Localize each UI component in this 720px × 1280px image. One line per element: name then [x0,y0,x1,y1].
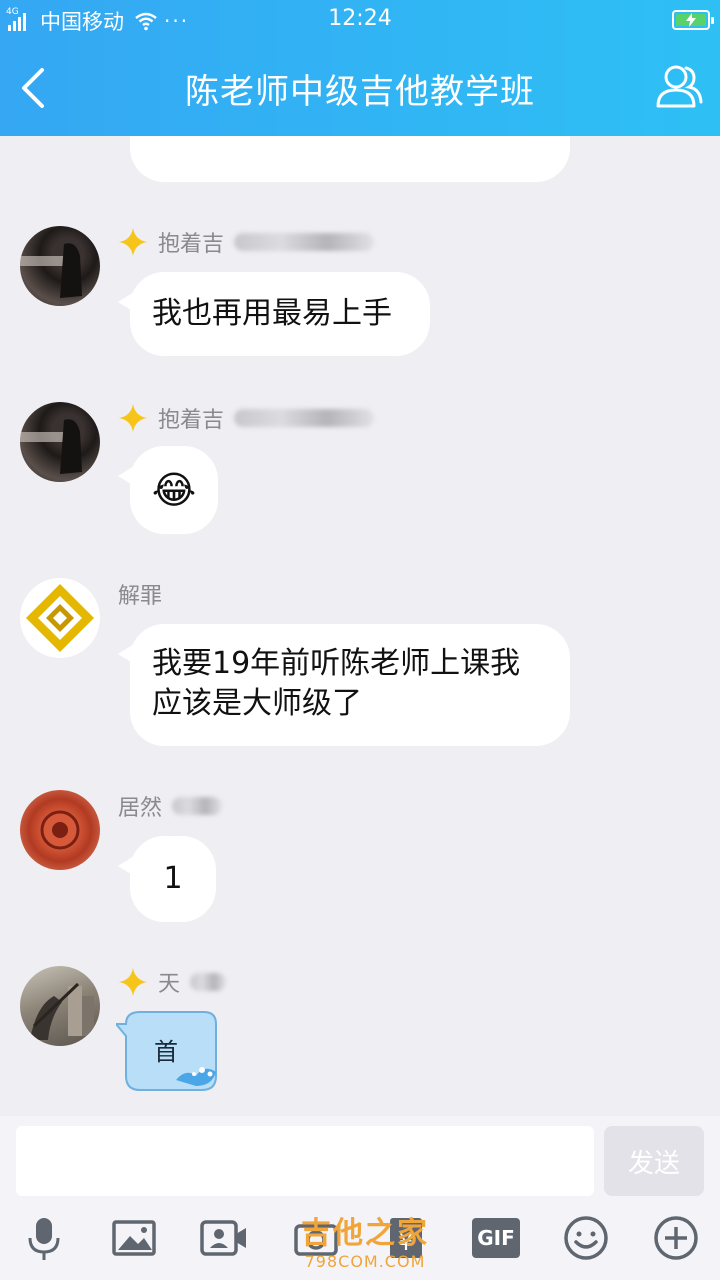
plus-icon[interactable] [652,1214,700,1262]
battery-icon [672,10,714,30]
emoji-icon[interactable] [562,1214,610,1262]
message-text: 上手 [152,136,212,140]
microphone-icon[interactable] [20,1214,68,1262]
image-icon[interactable] [110,1214,158,1262]
blurred-nickname [234,233,375,251]
message-input[interactable] [16,1126,594,1196]
video-call-icon[interactable] [200,1214,248,1262]
message-text: 1 [163,861,183,897]
message-text-line: 应该是大师级了 [152,685,362,721]
message-bubble[interactable]: 😂 [118,446,218,534]
header-bar: 4G 中国移动 ··· 12:24 陈老师中级吉他教学班 [0,0,720,136]
diamond-badge-icon [119,404,147,432]
watermark-logo: 吉他之家 798COM.COM [290,1208,440,1271]
blurred-nickname [234,409,375,427]
sender-nickname: 抱着吉 [118,226,375,258]
chat-title: 陈老师中级吉他教学班 [185,72,535,112]
avatar[interactable] [20,226,100,306]
message-text-line: 我要19年前听陈老师上课我 [152,646,521,681]
nickname-text: 天 [158,972,181,997]
avatar[interactable] [20,578,100,658]
blurred-nickname [190,973,227,991]
group-members-icon[interactable] [654,62,704,110]
blurred-nickname [172,797,223,815]
sender-nickname: 居然 [118,790,223,822]
nickname-text: 居然 [118,796,163,821]
message-bubble[interactable]: 我也再用最易上手 [118,272,430,356]
avatar[interactable] [20,790,100,870]
message-text: 我也再用最易上手 [152,296,392,331]
sticker-text: 首 [154,1038,178,1066]
nickname-text: 抱着吉 [158,232,225,257]
avatar[interactable] [20,966,100,1046]
watermark-sub: 798COM.COM [304,1252,426,1271]
message-bubble[interactable]: 1 [118,836,216,922]
gif-icon[interactable]: GIF [472,1218,520,1258]
message-bubble[interactable]: 我要19年前听陈老师上课我 应该是大师级了 [118,624,570,746]
message-bubble[interactable]: 上手 [130,136,570,182]
send-button[interactable]: 发送 [604,1126,704,1196]
status-bar: 4G 中国移动 ··· 12:24 [0,0,720,40]
gif-label: GIF [477,1226,515,1250]
sticker-bubble[interactable]: 首 [113,1010,220,1092]
diamond-badge-icon [119,228,147,256]
watermark-main: 吉他之家 [301,1216,429,1251]
input-area: 发送 ¥ GIF 吉他之家 798COM.COM [0,1116,720,1280]
sender-nickname: 天 [118,966,227,998]
nickname-text: 解罪 [118,584,163,609]
sender-nickname: 解罪 [118,578,162,610]
diamond-badge-icon [119,968,147,996]
nickname-text: 抱着吉 [158,408,225,433]
emoji-tears-of-joy-icon: 😂 [151,467,197,512]
message-list[interactable]: 上手 抱着吉 我也再用最易上手 抱着吉 😂 [0,136,720,1116]
avatar[interactable] [20,402,100,482]
status-time: 12:24 [328,6,392,31]
sender-nickname: 抱着吉 [118,402,375,434]
